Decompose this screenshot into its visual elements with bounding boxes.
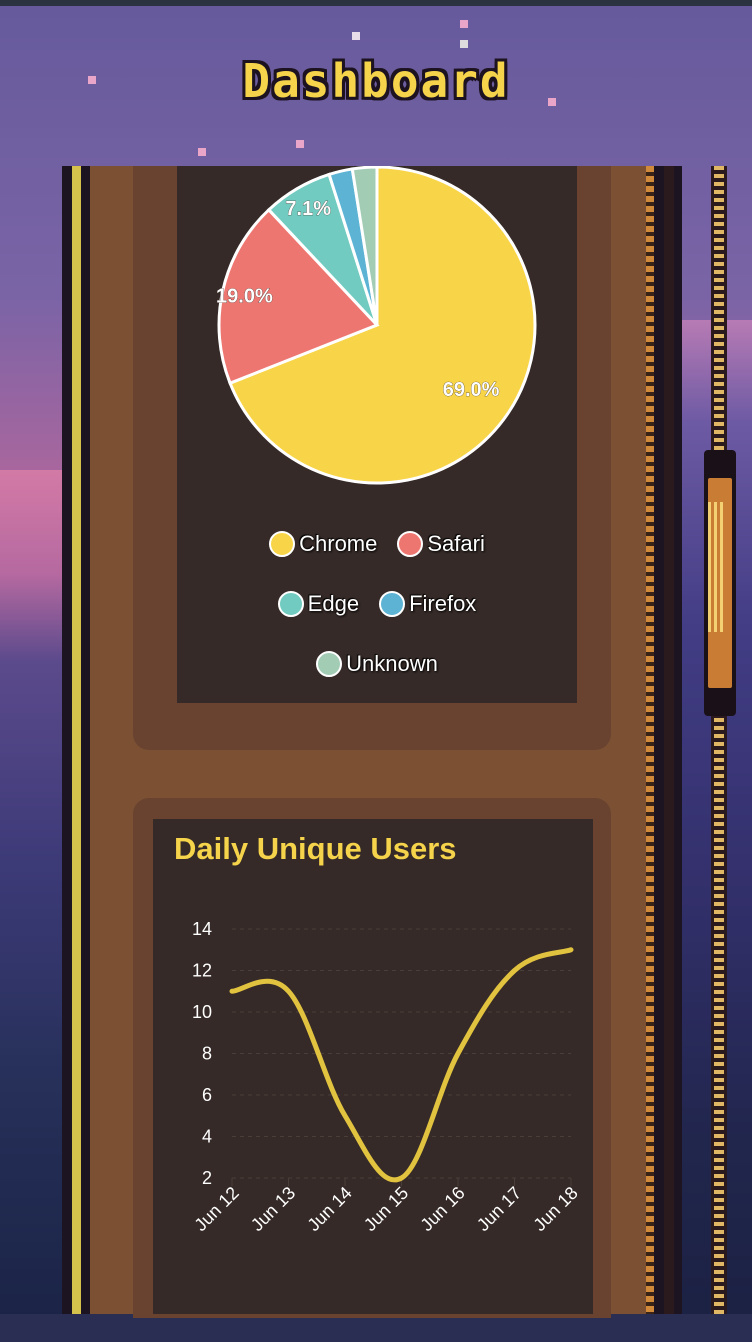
- legend-item-edge[interactable]: Edge: [277, 591, 360, 617]
- x-tick-label: Jun 16: [416, 1183, 468, 1235]
- pie-slice-label: 19.0%: [216, 285, 273, 307]
- panel-rail-left: [72, 166, 81, 1314]
- star-decoration: [198, 148, 206, 156]
- pie-slice-label: 69.0%: [443, 379, 500, 401]
- pie-slice-label: 7.1%: [285, 198, 331, 220]
- x-tick-label: Jun 12: [190, 1183, 242, 1235]
- star-decoration: [352, 32, 360, 40]
- scrollbar-thumb[interactable]: [704, 450, 736, 716]
- window-top-bar: [0, 0, 752, 6]
- daily-users-line-chart: 2 4 6 8 10 12 14 Jun 12 Jun 13 Jun 14 Jun 15 Jun 16…: [190, 919, 581, 1235]
- x-tick-label: Jun 13: [247, 1183, 299, 1235]
- x-tick-label: Jun 14: [303, 1183, 355, 1235]
- daily-users-series-line[interactable]: [229, 947, 574, 1183]
- y-tick-label: 14: [192, 919, 212, 939]
- browser-pie-chart: 69.0% 19.0% 7.1%: [216, 166, 537, 485]
- browser-pie-card: 69.0% 19.0% 7.1% Chrome Safari Edge Firefo…: [177, 166, 577, 703]
- scrollbar-thumb-grip: [708, 502, 724, 632]
- data-point[interactable]: [569, 947, 573, 952]
- data-point[interactable]: [399, 1176, 404, 1180]
- star-decoration: [460, 20, 468, 28]
- legend-item-unknown[interactable]: Unknown: [316, 651, 438, 677]
- pie-legend: Chrome Safari Edge Firefox Unknown: [177, 531, 577, 711]
- y-tick-label: 6: [202, 1085, 212, 1105]
- y-tick-label: 4: [202, 1127, 212, 1147]
- data-point[interactable]: [230, 989, 234, 994]
- legend-swatch: [269, 531, 296, 557]
- legend-item-chrome[interactable]: Chrome: [269, 531, 377, 557]
- legend-label: Edge: [307, 591, 360, 616]
- scrollbar-rail: [711, 166, 714, 1314]
- cityscape-bottom: [0, 1314, 752, 1342]
- star-decoration: [296, 140, 304, 148]
- scrollbar-rail: [724, 166, 727, 1314]
- star-decoration: [460, 40, 468, 48]
- page-title: Dashboard: [242, 54, 510, 108]
- legend-label: Firefox: [409, 591, 477, 616]
- legend-item-firefox[interactable]: Firefox: [379, 591, 476, 617]
- x-tick-label: Jun 17: [473, 1183, 525, 1235]
- data-point[interactable]: [456, 1051, 460, 1056]
- x-tick-label: Jun 15: [360, 1183, 412, 1235]
- x-tick-label: Jun 18: [529, 1183, 581, 1235]
- legend-label: Unknown: [346, 651, 438, 676]
- legend-label: Chrome: [299, 531, 378, 556]
- cityscape-left: [0, 470, 64, 1342]
- legend-swatch: [277, 591, 304, 617]
- y-tick-label: 8: [202, 1044, 212, 1064]
- panel-edge-right: [664, 166, 674, 1314]
- y-tick-label: 10: [192, 1002, 212, 1022]
- daily-users-card: Daily Unique Users 2 4 6 8 10 12 14 Jun 12 Jun 1…: [153, 819, 593, 1314]
- legend-item-safari[interactable]: Safari: [397, 531, 485, 557]
- y-tick-label: 2: [202, 1168, 212, 1188]
- legend-label: Safari: [427, 531, 485, 556]
- data-point[interactable]: [286, 989, 291, 994]
- panel-rail-right: [646, 166, 654, 1314]
- data-point[interactable]: [343, 1113, 347, 1118]
- y-tick-label: 12: [192, 961, 212, 981]
- legend-swatch: [379, 591, 406, 617]
- data-point[interactable]: [512, 968, 517, 973]
- legend-swatch: [397, 531, 424, 557]
- legend-swatch: [316, 651, 343, 677]
